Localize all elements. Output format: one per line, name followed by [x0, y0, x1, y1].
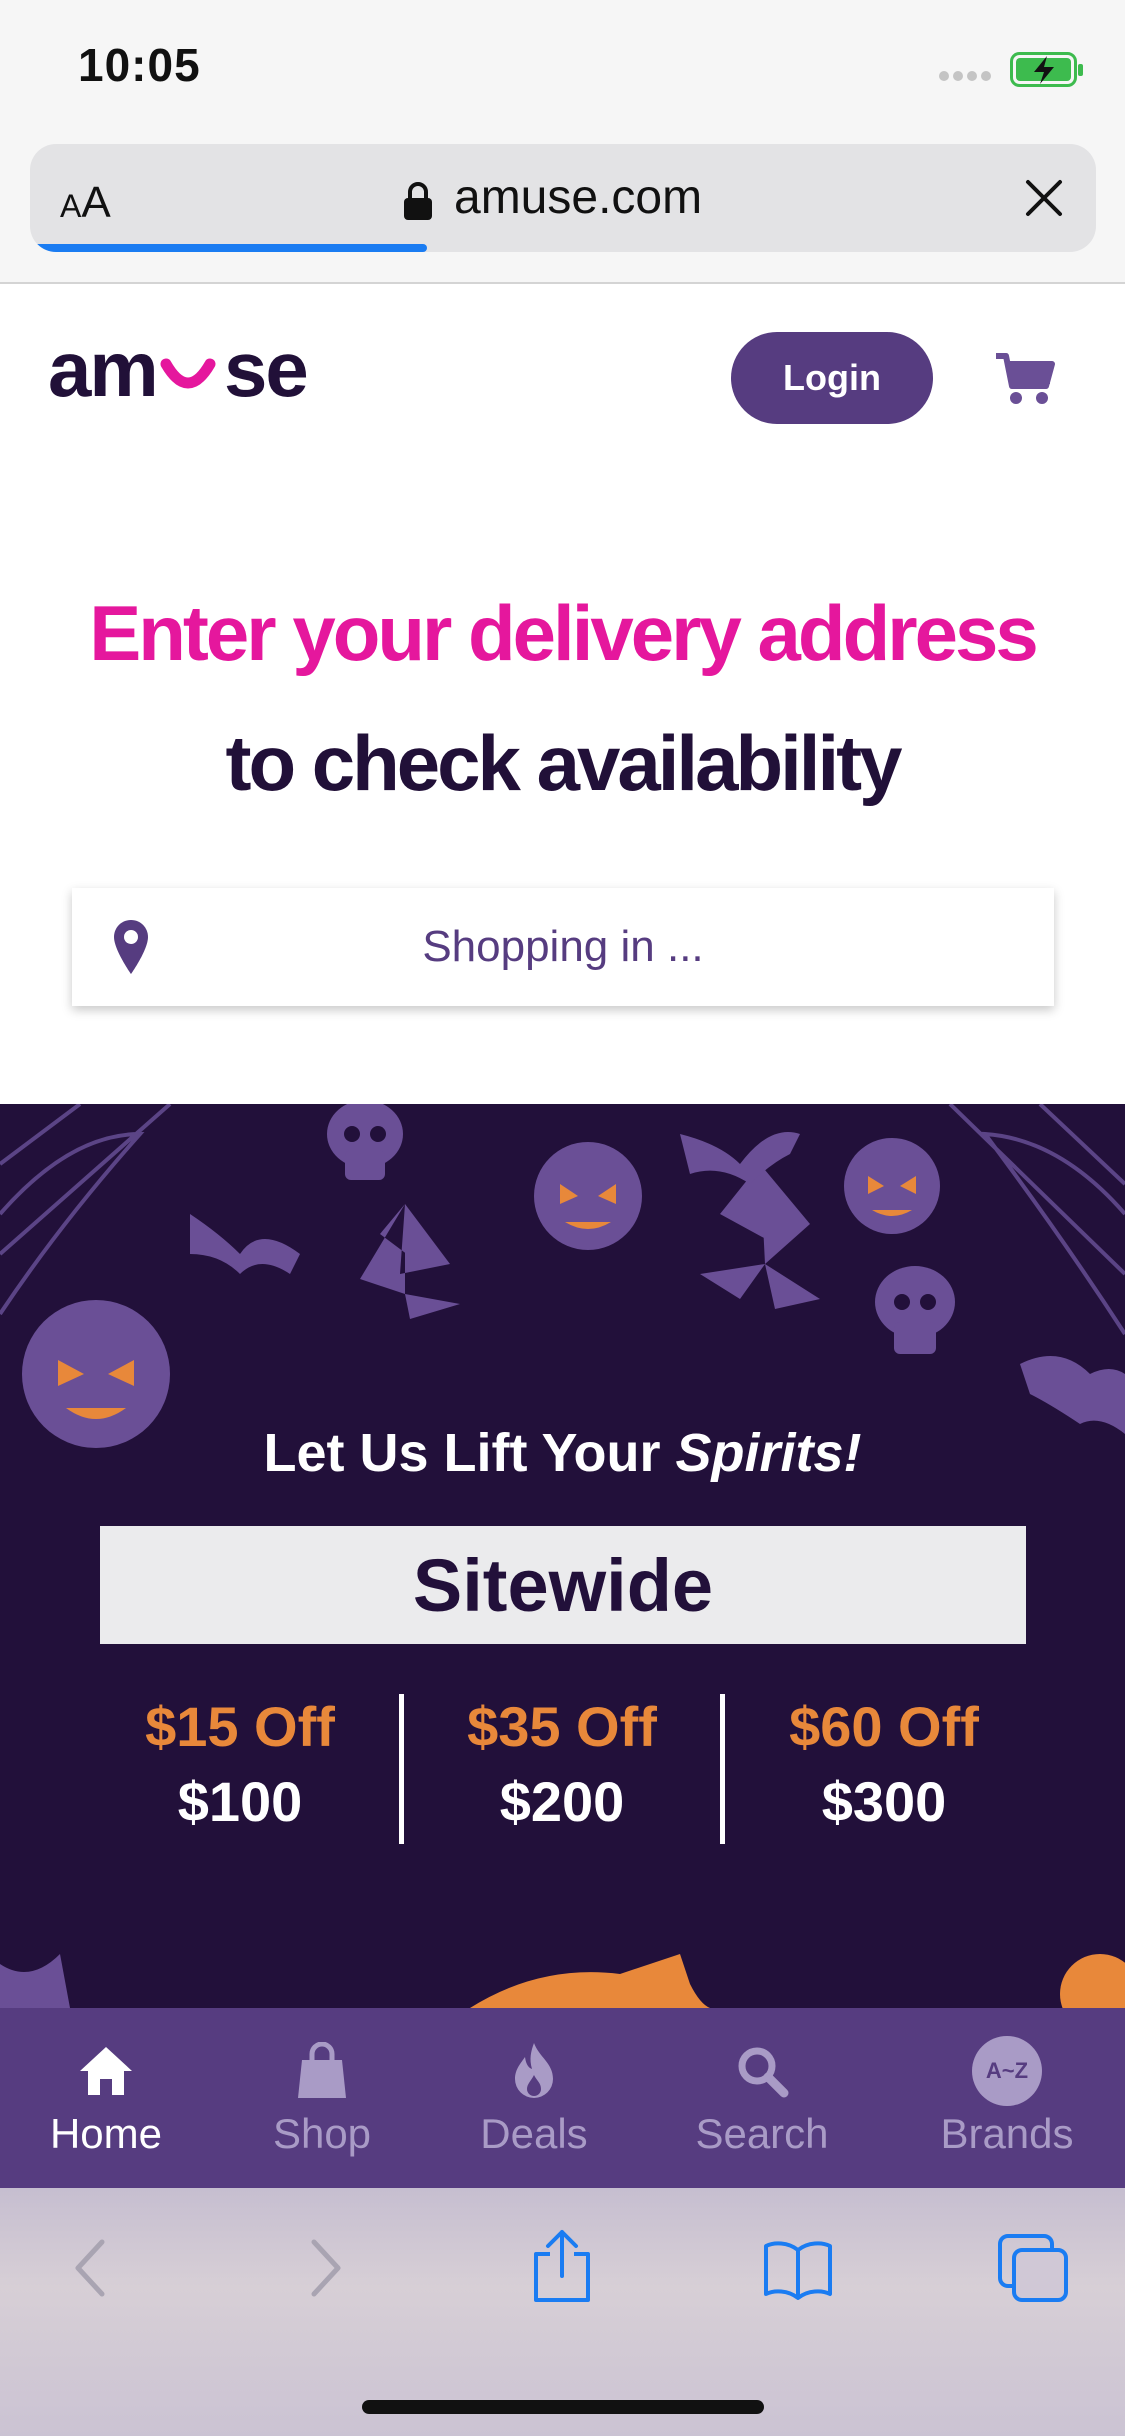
- lock-icon: [404, 182, 432, 220]
- headline-line2: to check availability: [225, 719, 902, 807]
- address-bar[interactable]: AA amuse.com: [30, 144, 1096, 252]
- tab-shop[interactable]: Shop: [222, 2008, 422, 2188]
- close-icon[interactable]: [1020, 174, 1068, 222]
- offer-tier-2: $35 Off $200: [402, 1694, 722, 1834]
- tab-label: Brands: [940, 2110, 1074, 2157]
- home-icon: [80, 2047, 132, 2095]
- bookmarks-icon[interactable]: [762, 2240, 834, 2300]
- offer-tier-3: $60 Off $300: [724, 1694, 1044, 1834]
- battery-charging-icon: [1010, 52, 1083, 87]
- back-icon[interactable]: [70, 2236, 110, 2300]
- cart-icon[interactable]: [994, 350, 1058, 408]
- promo-banner[interactable]: Let Us Lift Your Spirits! Sitewide $15 O…: [0, 1104, 1125, 2008]
- svg-text:se: se: [224, 330, 307, 410]
- status-bar: 10:05: [0, 0, 1125, 140]
- tab-label: Shop: [272, 2110, 372, 2157]
- safari-toolbar: [0, 2188, 1125, 2436]
- offer-tier-1: $15 Off $100: [80, 1694, 400, 1834]
- shopping-bag-icon: [298, 2042, 346, 2098]
- tab-search[interactable]: Search: [662, 2008, 862, 2188]
- svg-text:am: am: [48, 330, 157, 410]
- offer-minimum: $100: [177, 1770, 303, 1833]
- address-placeholder: Shopping in ...: [422, 922, 704, 971]
- page-load-progress: [34, 244, 427, 252]
- tab-label: Search: [695, 2110, 829, 2157]
- login-button[interactable]: Login: [731, 332, 933, 424]
- offer-minimum: $200: [499, 1770, 625, 1833]
- banner-tagline: Let Us Lift Your Spirits!: [0, 1422, 1125, 1484]
- tab-brands[interactable]: A~Z Brands: [907, 2008, 1107, 2188]
- a-z-icon: A~Z: [972, 2036, 1042, 2106]
- headline-line1: Enter your delivery address: [89, 589, 1038, 677]
- share-icon[interactable]: [530, 2228, 594, 2304]
- offer-discount: $15 Off: [145, 1695, 335, 1758]
- tagline-italic: Spirits!: [675, 1423, 862, 1483]
- tagline-plain: Let Us Lift Your: [263, 1423, 676, 1483]
- cellular-signal-icon: [939, 71, 991, 81]
- text-size-big-glyph: A: [81, 178, 111, 227]
- amuse-logo[interactable]: am se: [48, 330, 358, 410]
- browser-chrome: AA amuse.com: [0, 140, 1125, 284]
- sitewide-label: Sitewide: [100, 1526, 1026, 1644]
- tabs-icon[interactable]: [996, 2232, 1070, 2304]
- text-size-small-glyph: A: [60, 188, 82, 224]
- tab-deals[interactable]: Deals: [434, 2008, 634, 2188]
- url-text[interactable]: amuse.com: [454, 170, 702, 225]
- offer-discount: $35 Off: [467, 1695, 657, 1758]
- search-icon: [738, 2047, 789, 2098]
- bottom-tab-bar: Home Shop Deals Search A~Z Brands: [0, 2008, 1125, 2188]
- forward-icon[interactable]: [306, 2236, 346, 2300]
- offer-minimum: $300: [821, 1770, 947, 1833]
- tab-label: Home: [49, 2110, 163, 2157]
- address-input[interactable]: Shopping in ...: [72, 888, 1054, 1006]
- offer-discount: $60 Off: [789, 1695, 979, 1758]
- status-time: 10:05: [78, 39, 201, 91]
- tab-home[interactable]: Home: [6, 2008, 206, 2188]
- flame-icon: [515, 2043, 553, 2098]
- text-size-button[interactable]: AA: [60, 178, 111, 228]
- tab-label: Deals: [480, 2110, 588, 2157]
- home-indicator: [362, 2400, 764, 2414]
